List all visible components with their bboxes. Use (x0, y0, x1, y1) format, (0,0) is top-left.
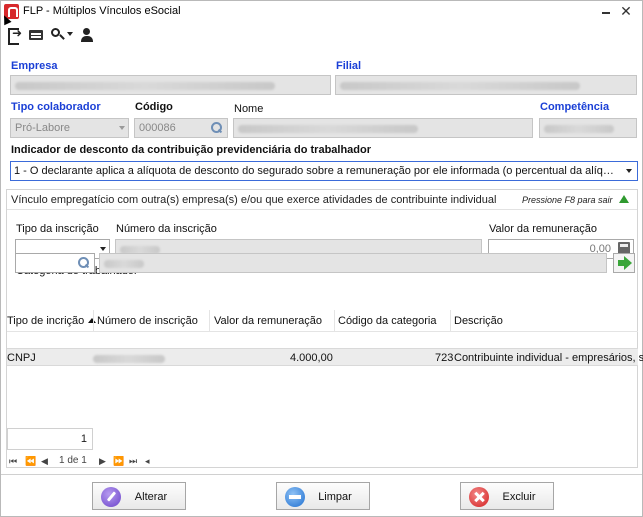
filial-label: Filial (336, 60, 362, 72)
toolbar (1, 23, 642, 47)
competencia-label: Competência (540, 101, 610, 113)
indicador-select[interactable]: 1 - O declarante aplica a alíquota de de… (10, 161, 638, 181)
codigo-value: 000086 (139, 122, 176, 134)
user-icon[interactable] (80, 27, 96, 43)
confirm-arrow-button[interactable] (613, 253, 635, 273)
codigo-field[interactable]: 000086 (134, 118, 228, 138)
main-window: FLP - Múltiplos Vínculos eSocial ✕ Empre… (0, 0, 643, 517)
tipo-colaborador-select[interactable]: Pró-Labore (10, 118, 129, 138)
chevron-down-icon (67, 32, 73, 36)
valor-remuneracao-label: Valor da remuneração (489, 223, 598, 235)
cell-descricao: Contribuinte individual - empresários, s… (454, 352, 643, 364)
scroll-left-icon[interactable]: ◂ (145, 456, 150, 467)
search-icon[interactable] (211, 122, 222, 133)
filial-field[interactable] (335, 75, 637, 95)
prev-page-icon[interactable]: ◀ (41, 456, 48, 467)
search-dropdown-button[interactable] (50, 27, 74, 43)
table-row[interactable]: CNPJ 4.000,00 723 Contribuinte individua… (7, 348, 643, 366)
indicador-label: Indicador de desconto da contribuição pr… (11, 144, 372, 156)
next-page-icon[interactable]: ▶ (99, 456, 106, 467)
grid-header: Tipo de incrição Número de inscrição Val… (7, 310, 638, 332)
footer: Alterar Limpar Excluir (1, 474, 642, 516)
exit-icon[interactable] (8, 26, 22, 45)
alterar-button[interactable]: Alterar (92, 482, 186, 510)
nome-field[interactable] (233, 118, 533, 138)
categoria-code-field[interactable] (15, 253, 95, 273)
competencia-field[interactable] (539, 118, 637, 138)
limpar-button[interactable]: Limpar (276, 482, 370, 510)
window-title: FLP - Múltiplos Vínculos eSocial (23, 5, 181, 17)
cell-numero (93, 354, 165, 366)
close-button[interactable]: ✕ (619, 4, 633, 18)
record-count: 1 (7, 428, 93, 450)
last-page-icon[interactable]: ⏭ (129, 456, 137, 467)
f8-hint: Pressione F8 para sair (522, 195, 613, 205)
search-icon[interactable] (78, 257, 89, 268)
excluir-button[interactable]: Excluir (460, 482, 554, 510)
vinculo-group-header: Vínculo empregatício com outra(s) empres… (7, 190, 637, 210)
chevron-down-icon (626, 169, 632, 173)
collapse-arrow-icon[interactable] (619, 195, 629, 203)
prev-block-icon[interactable]: ⏪ (25, 456, 36, 467)
tipo-colaborador-label: Tipo colaborador (11, 101, 101, 113)
chevron-down-icon (100, 247, 106, 251)
cell-codigo: 723 (435, 352, 454, 364)
page-indicator: 1 de 1 (59, 455, 87, 466)
tipo-inscricao-label: Tipo da inscrição (16, 223, 99, 235)
cell-tipo: CNPJ (7, 352, 36, 364)
empresa-field[interactable] (10, 75, 331, 95)
categoria-description-field (99, 253, 607, 273)
codigo-label: Código (135, 101, 173, 113)
nome-label: Nome (234, 103, 264, 115)
empresa-label: Empresa (11, 60, 58, 72)
indicador-value: 1 - O declarante aplica a alíquota de de… (14, 165, 638, 177)
card-icon[interactable] (29, 27, 45, 43)
column-header-valor[interactable]: Valor da remuneração (214, 315, 322, 327)
vinculo-group-title: Vínculo empregatício com outra(s) empres… (11, 194, 497, 206)
minimize-button[interactable] (599, 4, 613, 18)
column-header-codigo[interactable]: Código da categoria (338, 315, 436, 327)
column-header-numero[interactable]: Número de inscrição (97, 315, 198, 327)
next-block-icon[interactable]: ⏩ (113, 456, 124, 467)
tipo-colaborador-value: Pró-Labore (15, 122, 71, 134)
pager: ⏮ ⏪ ◀ 1 de 1 ▶ ⏩ ⏭ ◂ (7, 454, 638, 470)
cell-valor: 4.000,00 (290, 352, 333, 364)
title-bar: FLP - Múltiplos Vínculos eSocial ✕ (1, 1, 642, 23)
column-header-tipo[interactable]: Tipo de incrição (7, 315, 97, 327)
first-page-icon[interactable]: ⏮ (9, 456, 17, 467)
numero-inscricao-label: Número da inscrição (116, 223, 217, 235)
chevron-down-icon (119, 126, 125, 130)
column-header-descricao[interactable]: Descrição (454, 315, 503, 327)
